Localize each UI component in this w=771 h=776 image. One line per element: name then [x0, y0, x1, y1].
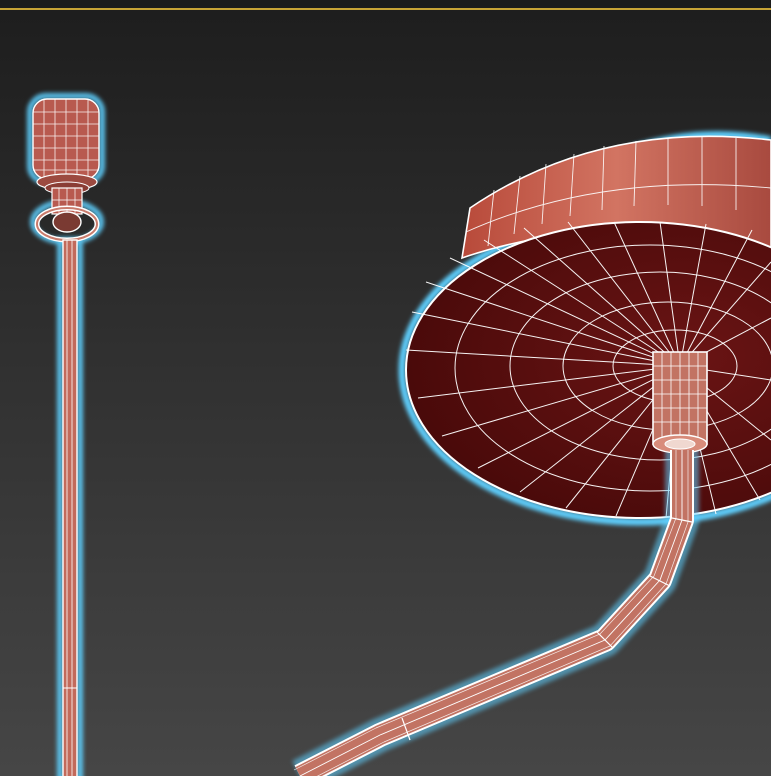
3d-viewport[interactable] [0, 0, 771, 776]
viewport-scene[interactable] [0, 0, 771, 776]
